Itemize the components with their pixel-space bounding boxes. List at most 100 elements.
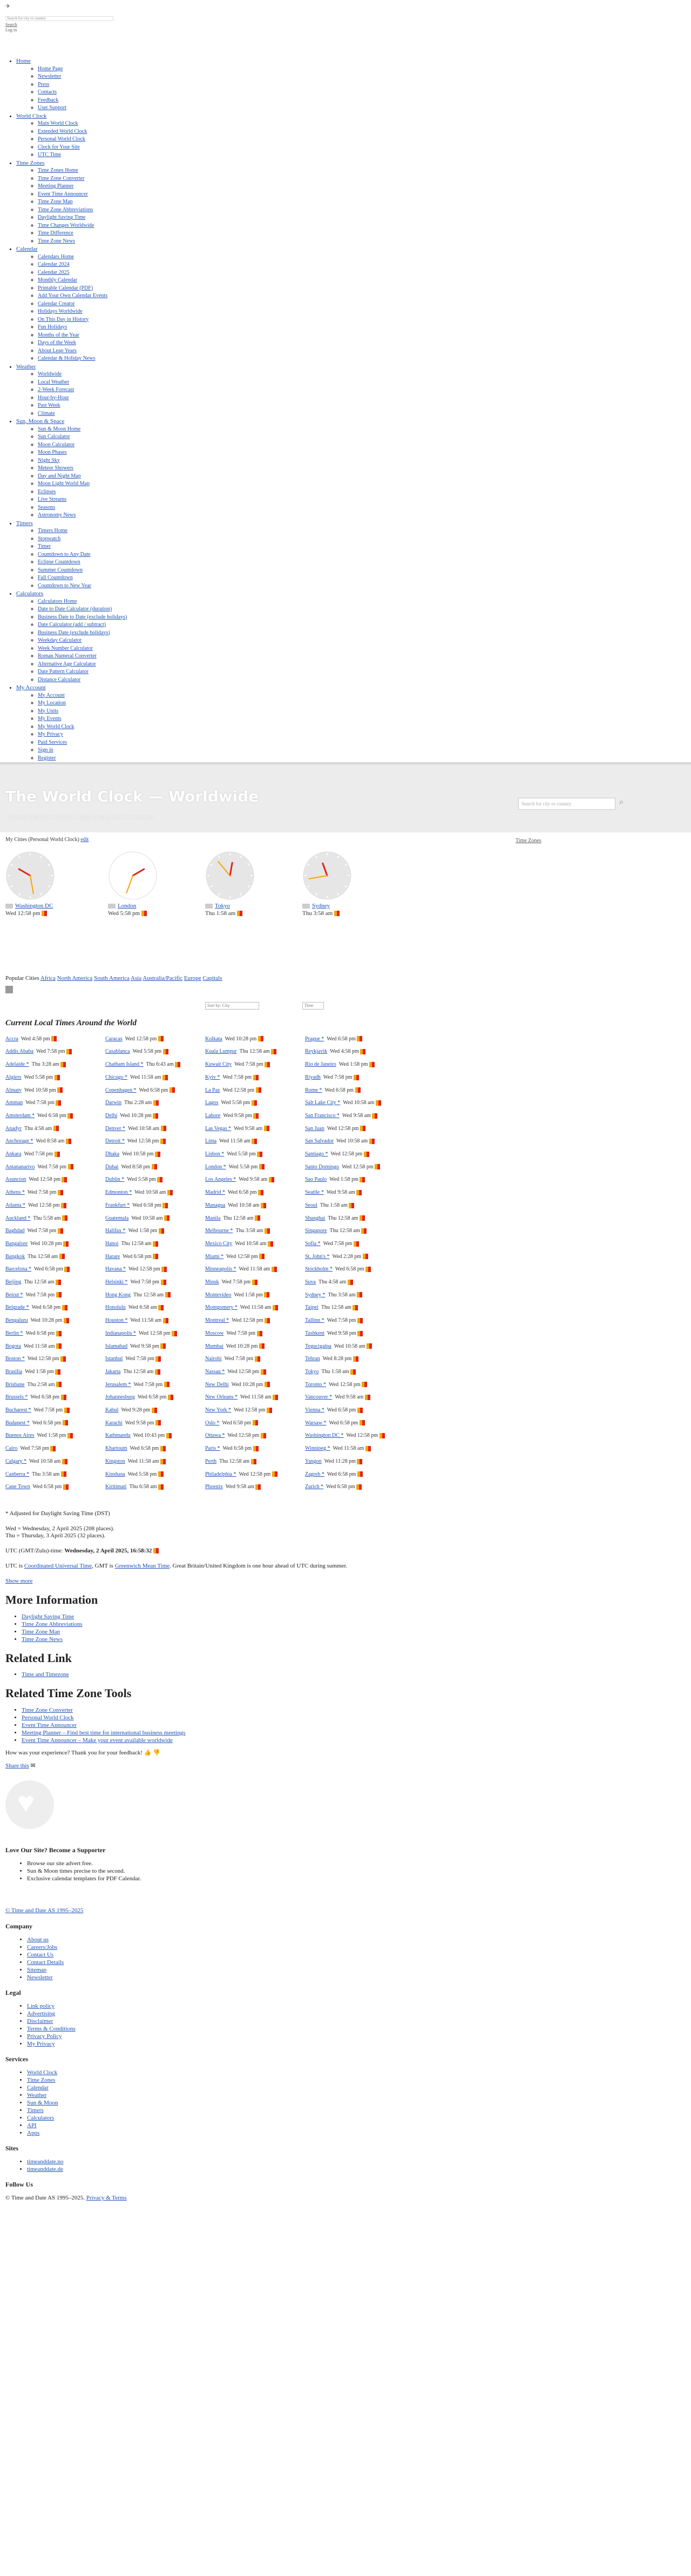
city-link[interactable]: Barcelona * (5, 1266, 31, 1272)
city-link[interactable]: Los Angeles * (205, 1176, 236, 1182)
search-icon[interactable]: ⌕ (615, 798, 627, 810)
nav-item-link[interactable]: Moon Calculator (38, 442, 74, 448)
city-link[interactable]: Amman (5, 1100, 23, 1106)
nav-item-link[interactable]: Fall Countdown (38, 575, 73, 581)
list-item-link[interactable]: Event Time Announcer – Make your event a… (22, 1737, 173, 1744)
nav-item-link[interactable]: Live Streams (38, 496, 66, 502)
city-link[interactable]: Santiago * (305, 1151, 328, 1157)
city-link[interactable]: Ottawa * (205, 1432, 225, 1438)
city-link[interactable]: Brasilia (5, 1369, 22, 1375)
footer-link[interactable]: About us (27, 1936, 49, 1943)
city-link[interactable]: Islamabad (105, 1343, 127, 1349)
city-link[interactable]: Caracas (105, 1036, 123, 1042)
footer-link[interactable]: World Clock (27, 2069, 57, 2076)
city-link[interactable]: Honolulu (105, 1304, 126, 1310)
city-link[interactable]: Berlin * (5, 1330, 23, 1336)
nav-item-link[interactable]: Days of the Week (38, 340, 76, 346)
footer-link[interactable]: Calendar (27, 2084, 49, 2091)
city-link[interactable]: Harare (105, 1254, 120, 1260)
city-link[interactable]: Oslo * (205, 1420, 219, 1426)
city-link[interactable]: Belgrade * (5, 1304, 29, 1310)
city-link[interactable]: Delhi (105, 1113, 117, 1119)
show-more-link[interactable]: Show more (5, 1578, 686, 1585)
footer-link[interactable]: Sun & Moon (27, 2100, 58, 2106)
city-link[interactable]: Ankara (5, 1151, 21, 1157)
clock-city-link[interactable]: London (118, 903, 136, 909)
city-link[interactable]: Minneapolis * (205, 1266, 236, 1272)
footer-link[interactable]: Link policy (27, 2003, 55, 2009)
nav-item-link[interactable]: Moon Phases (38, 449, 67, 455)
city-link[interactable]: Copenhagen * (105, 1087, 137, 1093)
nav-item-link[interactable]: About Leap Years (38, 348, 77, 354)
nav-item-link[interactable]: Extended World Clock (38, 129, 87, 134)
city-link[interactable]: Tashkent (305, 1330, 324, 1336)
city-link[interactable]: New York * (205, 1407, 231, 1413)
city-link[interactable]: Casablanca (105, 1048, 130, 1054)
city-link[interactable]: Buenos Aires (5, 1432, 35, 1438)
city-link[interactable]: Tallinn * (305, 1317, 324, 1323)
nav-item-link[interactable]: 2-Week Forecast (38, 387, 74, 393)
city-link[interactable]: Mumbai (205, 1343, 223, 1349)
city-link[interactable]: Melbourne * (205, 1228, 233, 1234)
city-link[interactable]: Beirut * (5, 1292, 23, 1298)
nav-item-link[interactable]: Alternative Age Calculator (38, 661, 96, 667)
nav-item-link[interactable]: Time Zone Abbreviations (38, 207, 93, 213)
city-link[interactable]: Tokyo (305, 1369, 319, 1375)
clock-city-link[interactable]: Sydney (312, 903, 330, 909)
city-link[interactable]: Indianapolis * (105, 1330, 136, 1336)
city-link[interactable]: Halifax * (105, 1228, 126, 1234)
nav-item-link[interactable]: Calendar Creator (38, 301, 75, 307)
nav-item-link[interactable]: Monthly Calendar (38, 277, 77, 283)
nav-item-link[interactable]: Timer (38, 543, 51, 549)
city-link[interactable]: Tegucigalpa (305, 1343, 331, 1349)
clock-city-link[interactable]: Tokyo (215, 903, 230, 909)
city-link[interactable]: Montreal * (205, 1317, 229, 1323)
nav-item-link[interactable]: Eclipse Countdown (38, 559, 80, 565)
city-link[interactable]: Madrid * (205, 1189, 225, 1195)
clockbar-edit-link[interactable]: edit (80, 837, 89, 843)
footer-link[interactable]: Sitemap (27, 1967, 46, 1973)
city-link[interactable]: Guatemala (105, 1215, 128, 1221)
nav-item-link[interactable]: UTC Time (38, 152, 61, 158)
region-filter-link[interactable]: South America (94, 975, 130, 981)
hero-search-input[interactable]: Search for city or country (518, 798, 615, 810)
footer-link[interactable]: Terms & Conditions (27, 2026, 76, 2032)
show-select[interactable]: Time (302, 1002, 324, 1010)
city-link[interactable]: Taipei (305, 1304, 319, 1310)
city-link[interactable]: Kingston (105, 1458, 125, 1464)
city-link[interactable]: Bengaluru (5, 1317, 28, 1323)
city-link[interactable]: Canberra * (5, 1471, 29, 1477)
nav-item-link[interactable]: Weekday Calculator (38, 637, 82, 643)
city-link[interactable]: Sofia * (305, 1241, 321, 1247)
nav-item-link[interactable]: My Events (38, 716, 62, 722)
privacy-link[interactable]: Privacy & Terms (86, 2195, 127, 2201)
nav-section-label[interactable]: Calendar (16, 246, 38, 252)
city-link[interactable]: Bogota (5, 1343, 21, 1349)
footer-link[interactable]: My Privacy (27, 2041, 55, 2047)
nav-item-link[interactable]: Register (38, 755, 56, 761)
city-link[interactable]: Rio de Janeiro (305, 1061, 336, 1067)
footer-link[interactable]: API (27, 2122, 37, 2129)
city-link[interactable]: Montevideo (205, 1292, 231, 1298)
city-link[interactable]: Perth (205, 1458, 216, 1464)
city-link[interactable]: Hanoi (105, 1241, 118, 1247)
city-link[interactable]: Nairobi (205, 1356, 222, 1362)
nav-item-link[interactable]: Night Sky (38, 458, 60, 463)
city-link[interactable]: Helsinki * (105, 1279, 127, 1285)
nav-item-link[interactable]: Contacts (38, 89, 57, 95)
city-link[interactable]: Las Vegas * (205, 1126, 231, 1132)
region-filter-link[interactable]: Europe (184, 975, 201, 981)
nav-item-link[interactable]: My Location (38, 700, 66, 706)
list-item-link[interactable]: Time Zone Converter (22, 1707, 73, 1713)
nav-section-label[interactable]: Calculators (16, 590, 43, 597)
city-link[interactable]: Paris * (205, 1445, 220, 1451)
city-link[interactable]: Lisbon * (205, 1151, 224, 1157)
nav-item-link[interactable]: My Account (38, 692, 65, 698)
city-link[interactable]: Kinshasa (105, 1471, 125, 1477)
region-filter-link[interactable]: Asia (131, 975, 141, 981)
city-link[interactable]: San Salvador (305, 1138, 334, 1144)
city-link[interactable]: Baghdad (5, 1228, 25, 1234)
city-link[interactable]: Dhaka (105, 1151, 119, 1157)
city-link[interactable]: Riyadh (305, 1074, 321, 1080)
city-link[interactable]: Toronto * (305, 1382, 326, 1388)
